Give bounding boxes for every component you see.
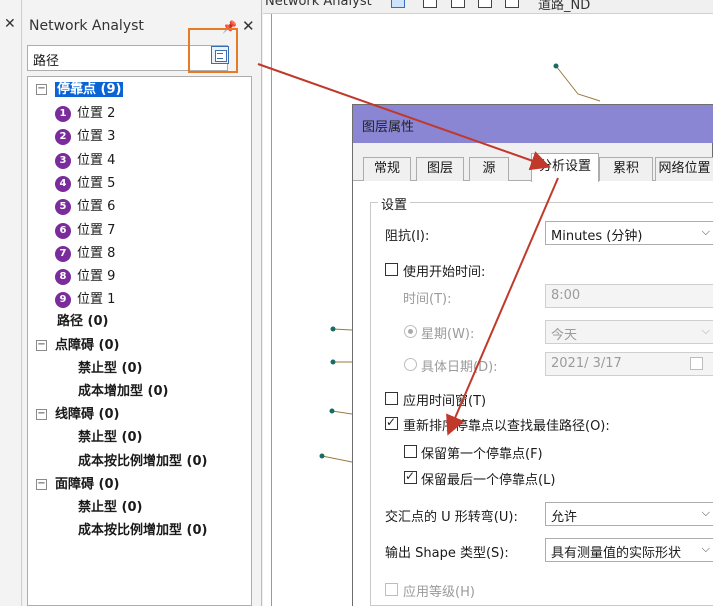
time-input[interactable]: 8:00 <box>545 284 713 308</box>
toolbar-label: Network Analyst <box>265 0 372 9</box>
impedance-value: Minutes (分钟) <box>551 229 643 244</box>
tree-item-stop[interactable]: 位置 6 <box>77 197 115 217</box>
tab-layer[interactable]: 图层 <box>416 157 464 181</box>
collapse-toggle[interactable]: − <box>36 479 47 490</box>
stop-number-badge: 7 <box>55 245 71 262</box>
map-toolbar: Network Analyst 道路_ND <box>263 0 713 14</box>
tab-source[interactable]: 源 <box>469 157 509 181</box>
tree-item-stop[interactable]: 位置 7 <box>77 221 115 241</box>
keep-first-stop-label: 保留第一个停靠点(F) <box>421 447 543 462</box>
network-analyst-panel: Network Analyst 📌 ✕ 路径 ⌵ − 停靠点 (9) 1位置 2… <box>23 0 262 606</box>
chevron-down-icon[interactable]: ⌵ <box>702 542 710 556</box>
left-dock-strip: ✕ <box>0 0 22 606</box>
stop-number-badge: 9 <box>55 292 71 309</box>
tree-item-point-added-cost[interactable]: 成本增加型 (0) <box>78 382 168 402</box>
tab-general[interactable]: 常规 <box>363 157 411 181</box>
analysis-layer-value: 路径 <box>33 54 60 69</box>
uturn-select[interactable]: 允许 ⌵ <box>545 502 713 526</box>
panel-title: Network Analyst <box>29 18 144 34</box>
dialog-titlebar[interactable]: 图层属性 <box>353 105 713 143</box>
stops-label: 停靠点 (9) <box>55 82 124 97</box>
tree-item-line-scaled-cost[interactable]: 成本按比例增加型 (0) <box>78 452 207 472</box>
create-stop-icon[interactable] <box>423 0 437 8</box>
solve-icon[interactable] <box>478 0 492 8</box>
layer-properties-button[interactable] <box>211 46 229 64</box>
tree-item-stop[interactable]: 位置 2 <box>77 104 115 124</box>
tree-item-line-prohibited[interactable]: 禁止型 (0) <box>78 428 142 448</box>
tab-strip: 常规 图层 源 分析设置 累积 网络位置 <box>353 153 713 182</box>
analysis-tree: − 停靠点 (9) 1 位置 2 2 位置 3 3 位置 4 4 位置 5 5 位置 6 6 位置 7… <box>27 76 252 606</box>
tab-network-locations[interactable]: 网络位置 <box>655 157 713 181</box>
stop-number-badge: 6 <box>55 222 71 239</box>
dialog-title: 图层属性 <box>362 120 415 135</box>
date-picker-icon[interactable] <box>690 357 703 370</box>
reorder-stops-checkbox[interactable] <box>385 415 398 430</box>
impedance-select[interactable]: Minutes (分钟) ⌵ <box>545 221 713 245</box>
collapse-toggle[interactable]: − <box>36 409 47 420</box>
select-tool-icon[interactable] <box>451 0 465 8</box>
collapse-toggle[interactable]: − <box>36 84 47 95</box>
keep-last-stop-checkbox[interactable] <box>404 469 417 484</box>
output-shape-label: 输出 Shape 类型(S): <box>385 546 509 561</box>
reorder-stops-label: 重新排序停靠点以查找最佳路径(O): <box>403 419 610 434</box>
uturn-label: 交汇点的 U 形转弯(U): <box>385 510 518 525</box>
chevron-down-icon[interactable]: ⌵ <box>702 225 710 239</box>
tree-item-polygon-scaled-cost[interactable]: 成本按比例增加型 (0) <box>78 521 207 541</box>
settings-group-title: 设置 <box>378 194 411 213</box>
stop-number-badge: 5 <box>55 199 71 216</box>
weekday-value: 今天 <box>551 328 578 343</box>
chevron-down-icon[interactable]: ⌵ <box>702 506 710 520</box>
output-shape-select[interactable]: 具有测量值的实际形状 ⌵ <box>545 538 713 562</box>
tree-item-stop[interactable]: 位置 5 <box>77 174 115 194</box>
tree-item-stop[interactable]: 位置 8 <box>77 244 115 264</box>
stop-number-badge: 2 <box>55 129 71 146</box>
network-dataset-label: 道路_ND <box>538 0 591 13</box>
tree-item-stop[interactable]: 位置 9 <box>77 267 115 287</box>
time-windows-label: 应用时间窗(T) <box>403 394 487 409</box>
tree-node-stops[interactable]: 停靠点 (9) <box>55 80 124 100</box>
stop-number-badge: 8 <box>55 269 71 286</box>
tree-item-stop[interactable]: 位置 4 <box>77 151 115 171</box>
apply-hierarchy-checkbox[interactable] <box>385 583 398 596</box>
time-value: 8:00 <box>551 288 581 303</box>
tab-accumulation[interactable]: 累积 <box>599 157 653 181</box>
keep-last-stop-label: 保留最后一个停靠点(L) <box>421 473 556 488</box>
tree-item-polygon-prohibited[interactable]: 禁止型 (0) <box>78 498 142 518</box>
weekday-radio[interactable] <box>404 325 417 338</box>
network-tool-icon[interactable] <box>391 0 405 8</box>
impedance-label: 阻抗(I): <box>385 229 430 244</box>
tree-node-point-barriers[interactable]: 点障碍 (0) <box>55 336 119 356</box>
tree-item-stop[interactable]: 位置 3 <box>77 127 115 147</box>
tree-node-routes[interactable]: 路径 (0) <box>57 312 108 332</box>
stop-number-badge: 4 <box>55 175 71 192</box>
close-icon[interactable]: ✕ <box>4 16 16 32</box>
tree-node-polygon-barriers[interactable]: 面障碍 (0) <box>55 475 119 495</box>
time-label: 时间(T): <box>403 292 452 307</box>
directions-icon[interactable] <box>505 0 519 8</box>
stop-number-badge: 3 <box>55 152 71 169</box>
date-value: 2021/ 3/17 <box>551 356 622 371</box>
tree-item-stop[interactable]: 位置 1 <box>77 290 115 310</box>
weekday-label: 星期(W): <box>421 327 475 342</box>
use-start-time-checkbox[interactable] <box>385 263 398 276</box>
close-icon[interactable]: ✕ <box>242 17 255 35</box>
time-windows-checkbox[interactable] <box>385 392 398 405</box>
tree-item-point-prohibited[interactable]: 禁止型 (0) <box>78 359 142 379</box>
specific-date-radio[interactable] <box>404 358 417 371</box>
output-shape-value: 具有测量值的实际形状 <box>551 546 682 561</box>
stop-number-badge: 1 <box>55 106 71 122</box>
collapse-toggle[interactable]: − <box>36 340 47 351</box>
tree-node-line-barriers[interactable]: 线障碍 (0) <box>55 405 119 425</box>
chevron-down-icon[interactable]: ⌵ <box>702 324 710 338</box>
keep-first-stop-checkbox[interactable] <box>404 445 417 458</box>
uturn-value: 允许 <box>551 510 578 525</box>
date-picker[interactable]: 2021/ 3/17 <box>545 352 713 376</box>
weekday-select[interactable]: 今天 ⌵ <box>545 320 713 344</box>
specific-date-label: 具体日期(D): <box>421 360 498 375</box>
tab-analysis-settings[interactable]: 分析设置 <box>531 153 599 182</box>
use-start-time-label: 使用开始时间: <box>403 265 486 280</box>
apply-hierarchy-label: 应用等级(H) <box>403 585 475 600</box>
